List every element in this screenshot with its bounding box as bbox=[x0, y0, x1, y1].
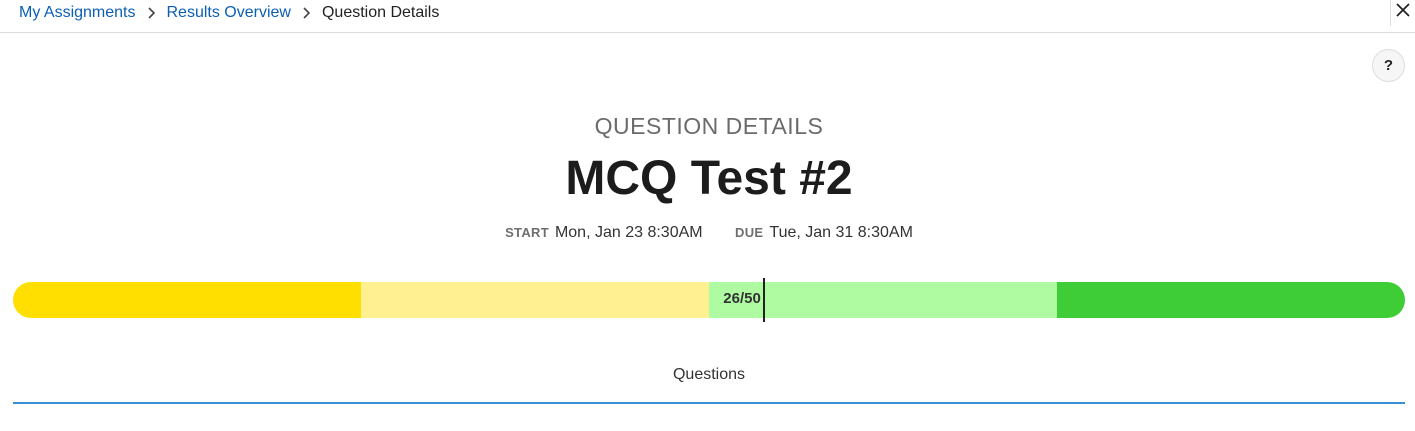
band-below-mid bbox=[361, 282, 709, 318]
close-icon bbox=[1396, 3, 1410, 22]
tab-underline bbox=[13, 402, 1405, 404]
start-date: Mon, Jan 23 8:30AM bbox=[554, 224, 703, 241]
score-label: 26/50 bbox=[723, 290, 761, 307]
page-kicker: QUESTION DETAILS bbox=[594, 113, 824, 139]
due-date-group: DUE Tue, Jan 31 8:30AM bbox=[735, 224, 913, 242]
start-date-group: START Mon, Jan 23 8:30AM bbox=[505, 224, 703, 242]
breadcrumb: My Assignments Results Overview Question… bbox=[19, 3, 439, 23]
due-date: Tue, Jan 31 8:30AM bbox=[769, 224, 913, 241]
band-low bbox=[13, 282, 361, 318]
help-button[interactable]: ? bbox=[1372, 49, 1405, 82]
start-label: START bbox=[505, 225, 549, 240]
tab-questions[interactable]: Questions bbox=[0, 366, 1415, 384]
top-bar: My Assignments Results Overview Question… bbox=[0, 0, 1415, 33]
due-label: DUE bbox=[735, 225, 764, 240]
close-button[interactable] bbox=[1390, 0, 1415, 26]
breadcrumb-results-overview[interactable]: Results Overview bbox=[166, 3, 290, 23]
help-icon: ? bbox=[1383, 57, 1394, 74]
page-title: MCQ Test #2 bbox=[565, 152, 853, 205]
assignment-dates: START Mon, Jan 23 8:30AM DUE Tue, Jan 31 8… bbox=[0, 224, 1415, 242]
band-above-mid bbox=[709, 282, 1057, 318]
chevron-right-icon bbox=[135, 3, 166, 23]
score-marker bbox=[762, 278, 765, 322]
breadcrumb-question-details: Question Details bbox=[321, 4, 440, 21]
breadcrumb-my-assignments[interactable]: My Assignments bbox=[19, 3, 135, 23]
band-high bbox=[1057, 282, 1405, 318]
chevron-right-icon bbox=[291, 3, 322, 23]
